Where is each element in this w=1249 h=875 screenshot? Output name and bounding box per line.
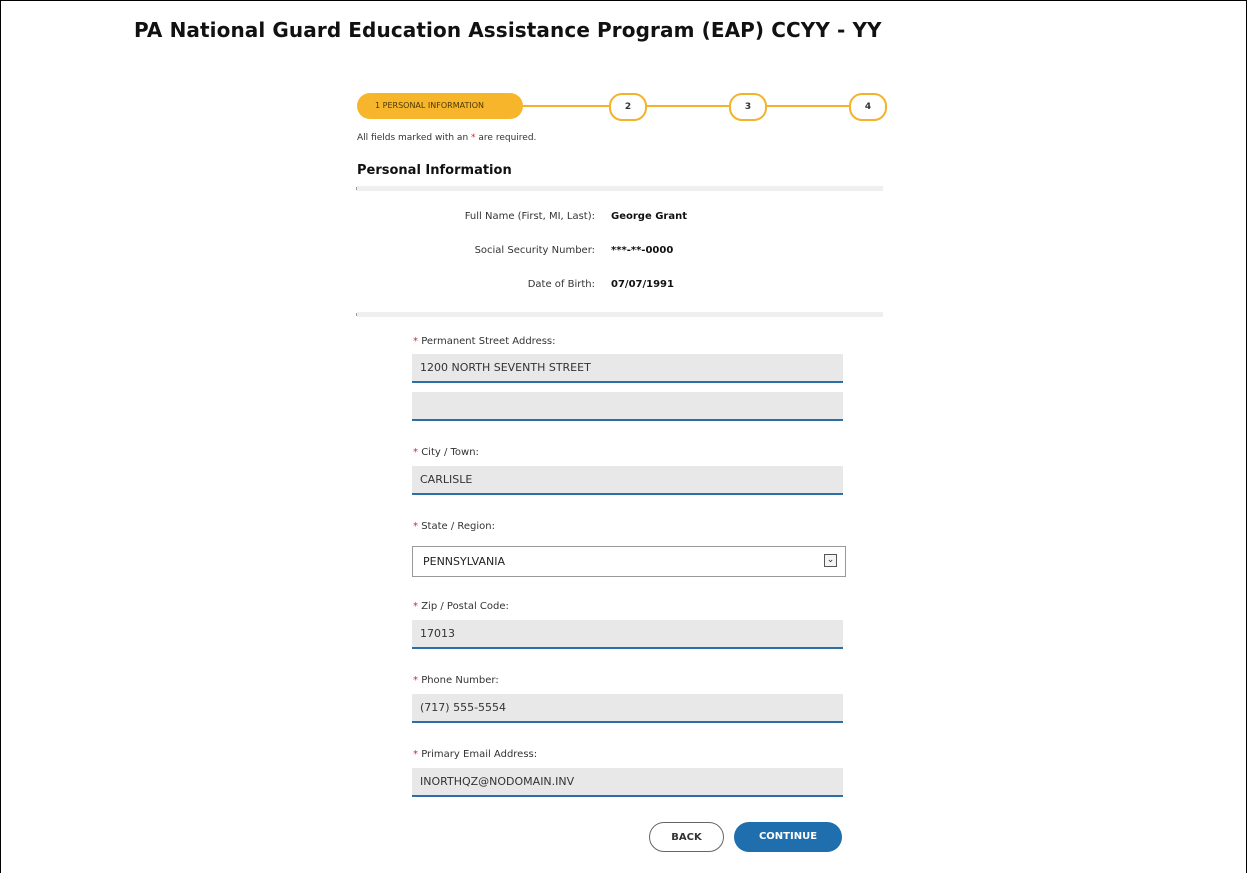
dob-label: Date of Birth: xyxy=(527,279,595,290)
city-input[interactable] xyxy=(412,466,843,495)
dob-row: Date of Birth: 07/07/1991 xyxy=(357,279,883,295)
street-address-line2-input[interactable] xyxy=(412,392,843,421)
section-divider xyxy=(356,312,883,317)
required-note-prefix: All fields marked with an xyxy=(357,133,469,143)
phone-input[interactable] xyxy=(412,694,843,723)
state-select[interactable]: PENNSYLVANIA ⌄ xyxy=(412,546,846,577)
chevron-down-icon[interactable]: ⌄ xyxy=(824,554,837,567)
required-star: * xyxy=(413,601,418,612)
state-select-value: PENNSYLVANIA xyxy=(423,555,506,568)
city-label-text: City / Town: xyxy=(421,447,479,458)
ssn-value: ***-**-0000 xyxy=(611,245,674,256)
window-frame xyxy=(0,0,1247,873)
required-star: * xyxy=(413,675,418,686)
step-3[interactable]: 3 xyxy=(729,93,767,121)
email-input[interactable] xyxy=(412,768,843,797)
step-4[interactable]: 4 xyxy=(849,93,887,121)
state-label: * State / Region: xyxy=(413,521,495,532)
phone-label: * Phone Number: xyxy=(413,675,499,686)
stepper-connector xyxy=(643,105,729,107)
back-button[interactable]: BACK xyxy=(649,822,724,852)
zip-label-text: Zip / Postal Code: xyxy=(421,601,509,612)
email-label: * Primary Email Address: xyxy=(413,749,537,760)
step-2[interactable]: 2 xyxy=(609,93,647,121)
city-label: * City / Town: xyxy=(413,447,479,458)
full-name-value: George Grant xyxy=(611,211,688,222)
required-note-suffix: are required. xyxy=(478,133,537,143)
ssn-row: Social Security Number: ***-**-0000 xyxy=(357,245,883,261)
phone-label-text: Phone Number: xyxy=(421,675,499,686)
required-fields-note: All fields marked with an * are required… xyxy=(357,133,536,143)
full-name-label: Full Name (First, MI, Last): xyxy=(464,211,595,222)
zip-label: * Zip / Postal Code: xyxy=(413,601,509,612)
street-address-label: * Permanent Street Address: xyxy=(413,336,556,347)
street-address-label-text: Permanent Street Address: xyxy=(421,336,556,347)
section-title: Personal Information xyxy=(357,163,512,178)
page-title: PA National Guard Education Assistance P… xyxy=(134,18,882,42)
full-name-row: Full Name (First, MI, Last): George Gran… xyxy=(357,211,883,227)
required-star: * xyxy=(413,447,418,458)
required-star: * xyxy=(471,133,476,143)
required-star: * xyxy=(413,749,418,760)
state-label-text: State / Region: xyxy=(421,521,495,532)
section-divider xyxy=(356,186,883,191)
zip-input[interactable] xyxy=(412,620,843,649)
progress-stepper: 1 PERSONAL INFORMATION 2 3 4 xyxy=(357,93,887,121)
ssn-label: Social Security Number: xyxy=(474,245,595,256)
stepper-connector xyxy=(523,105,609,107)
dob-value: 07/07/1991 xyxy=(611,279,674,290)
street-address-line1-input[interactable] xyxy=(412,354,843,383)
stepper-connector xyxy=(763,105,849,107)
email-label-text: Primary Email Address: xyxy=(421,749,538,760)
continue-button[interactable]: CONTINUE xyxy=(734,822,842,852)
step-1-personal-information[interactable]: 1 PERSONAL INFORMATION xyxy=(357,93,523,119)
required-star: * xyxy=(413,336,418,347)
required-star: * xyxy=(413,521,418,532)
